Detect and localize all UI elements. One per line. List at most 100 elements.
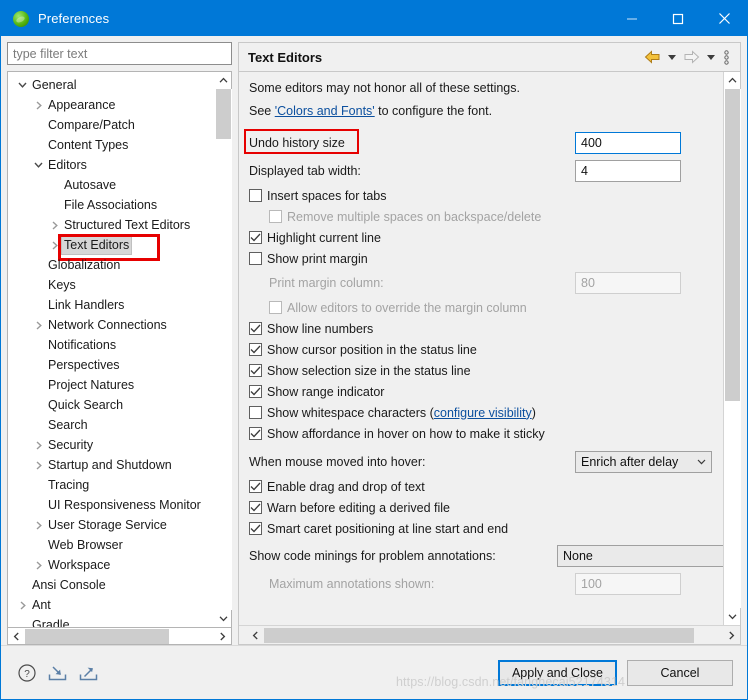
page-hscroll-thumb[interactable] <box>264 627 694 643</box>
sidebar-item-ui-responsiveness-monitor[interactable]: UI Responsiveness Monitor <box>8 495 214 515</box>
tree-horizontal-scrollbar[interactable] <box>7 628 232 645</box>
page-vertical-scrollbar[interactable] <box>723 72 741 625</box>
twisty-right-icon[interactable] <box>32 440 45 450</box>
twisty-down-icon[interactable] <box>32 162 45 168</box>
scroll-right-icon[interactable] <box>723 627 740 644</box>
filter-input[interactable] <box>7 42 232 65</box>
override-margin-row[interactable]: Allow editors to override the margin col… <box>249 297 723 318</box>
scroll-up-icon[interactable] <box>215 72 232 89</box>
sidebar-item-workspace[interactable]: Workspace <box>8 555 214 575</box>
checkbox[interactable] <box>249 231 262 244</box>
checkbox[interactable] <box>249 522 262 535</box>
tree-vertical-scrollbar[interactable] <box>214 72 232 627</box>
twisty-right-icon[interactable] <box>32 520 45 530</box>
forward-menu-chevron-down-icon[interactable] <box>704 46 717 68</box>
sidebar-item-text-editors[interactable]: Text Editors <box>8 234 214 261</box>
sticky-hover-row[interactable]: Show affordance in hover on how to make … <box>249 423 723 444</box>
whitespace-checkbox[interactable] <box>249 406 262 419</box>
back-menu-chevron-down-icon[interactable] <box>665 46 678 68</box>
sidebar-item-globalization[interactable]: Globalization <box>8 255 214 275</box>
scroll-left-icon[interactable] <box>8 628 25 645</box>
sidebar-item-security[interactable]: Security <box>8 435 214 455</box>
sidebar-item-ansi-console[interactable]: Ansi Console <box>8 575 214 595</box>
checkbox-row-show-print-margin[interactable]: Show print margin <box>249 248 723 269</box>
checkbox[interactable] <box>249 322 262 335</box>
checkbox[interactable] <box>249 252 262 265</box>
export-icon[interactable] <box>78 663 99 683</box>
sidebar-item-keys[interactable]: Keys <box>8 275 214 295</box>
scroll-right-icon[interactable] <box>214 628 231 645</box>
checkbox-row-smart-caret-positioning-at-line-start-and-end[interactable]: Smart caret positioning at line start an… <box>249 518 723 539</box>
twisty-right-icon[interactable] <box>32 320 45 330</box>
checkbox[interactable] <box>249 385 262 398</box>
sidebar-item-gradle[interactable]: Gradle <box>8 615 214 627</box>
tree-scroll-thumb[interactable] <box>215 89 231 139</box>
checkbox[interactable] <box>249 480 262 493</box>
scroll-down-icon[interactable] <box>724 608 741 625</box>
checkbox-row-highlight-current-line[interactable]: Highlight current line <box>249 227 723 248</box>
checkbox-row-show-cursor-position-in-the-status-line[interactable]: Show cursor position in the status line <box>249 339 723 360</box>
whitespace-row[interactable]: Show whitespace characters (configure vi… <box>249 402 723 423</box>
sidebar-item-web-browser[interactable]: Web Browser <box>8 535 214 555</box>
forward-arrow-icon[interactable] <box>680 46 702 68</box>
checkbox-row-remove-multiple-spaces-on-backspace-delete[interactable]: Remove multiple spaces on backspace/dele… <box>249 206 723 227</box>
sidebar-item-appearance[interactable]: Appearance <box>8 95 214 115</box>
sidebar-item-project-natures[interactable]: Project Natures <box>8 375 214 395</box>
sidebar-item-search[interactable]: Search <box>8 415 214 435</box>
tree-scroll-track[interactable] <box>214 89 232 610</box>
twisty-right-icon[interactable] <box>16 600 29 610</box>
twisty-right-icon[interactable] <box>32 460 45 470</box>
twisty-right-icon[interactable] <box>32 100 45 110</box>
help-icon[interactable]: ? <box>17 663 37 683</box>
override-margin-checkbox[interactable] <box>269 301 282 314</box>
sidebar-item-tracing[interactable]: Tracing <box>8 475 214 495</box>
close-icon[interactable] <box>701 1 747 36</box>
twisty-right-icon[interactable] <box>48 220 61 230</box>
twisty-right-icon[interactable] <box>48 240 61 250</box>
checkbox-row-warn-before-editing-a-derived-file[interactable]: Warn before editing a derived file <box>249 497 723 518</box>
undo-history-input[interactable]: 400 <box>575 132 681 154</box>
minimize-icon[interactable] <box>609 1 655 36</box>
hover-behavior-select[interactable]: Enrich after delay <box>575 451 712 473</box>
sidebar-item-user-storage-service[interactable]: User Storage Service <box>8 515 214 535</box>
tab-width-input[interactable]: 4 <box>575 160 681 182</box>
import-icon[interactable] <box>47 663 68 683</box>
scroll-left-icon[interactable] <box>247 627 264 644</box>
checkbox-row-insert-spaces-for-tabs[interactable]: Insert spaces for tabs <box>249 185 723 206</box>
scroll-down-icon[interactable] <box>215 610 232 627</box>
sidebar-item-notifications[interactable]: Notifications <box>8 335 214 355</box>
back-arrow-icon[interactable] <box>641 46 663 68</box>
checkbox-row-show-range-indicator[interactable]: Show range indicator <box>249 381 723 402</box>
code-minings-select[interactable]: None <box>557 545 723 567</box>
sidebar-item-file-associations[interactable]: File Associations <box>8 195 214 215</box>
sidebar-item-perspectives[interactable]: Perspectives <box>8 355 214 375</box>
cancel-button[interactable]: Cancel <box>627 659 733 686</box>
checkbox-row-show-selection-size-in-the-status-line[interactable]: Show selection size in the status line <box>249 360 723 381</box>
checkbox-row-enable-drag-and-drop-of-text[interactable]: Enable drag and drop of text <box>249 476 723 497</box>
sidebar-item-structured-text-editors[interactable]: Structured Text Editors <box>8 215 214 235</box>
sidebar-item-editors[interactable]: Editors <box>8 155 214 175</box>
checkbox[interactable] <box>249 189 262 202</box>
checkbox[interactable] <box>249 364 262 377</box>
checkbox[interactable] <box>249 501 262 514</box>
sidebar-item-general[interactable]: General <box>8 75 214 95</box>
page-hscroll-track[interactable] <box>264 627 723 644</box>
checkbox-row-show-line-numbers[interactable]: Show line numbers <box>249 318 723 339</box>
page-horizontal-scrollbar[interactable] <box>239 625 740 644</box>
twisty-down-icon[interactable] <box>16 82 29 88</box>
tree-hscroll-track[interactable] <box>25 628 214 645</box>
sticky-hover-checkbox[interactable] <box>249 427 262 440</box>
sidebar-item-ant[interactable]: Ant <box>8 595 214 615</box>
sidebar-item-network-connections[interactable]: Network Connections <box>8 315 214 335</box>
configure-visibility-link[interactable]: configure visibility <box>434 406 532 420</box>
vertical-dots-icon[interactable] <box>719 46 733 68</box>
apply-and-close-button[interactable]: Apply and Close <box>497 659 617 686</box>
sidebar-item-startup-and-shutdown[interactable]: Startup and Shutdown <box>8 455 214 475</box>
sidebar-item-link-handlers[interactable]: Link Handlers <box>8 295 214 315</box>
maximize-icon[interactable] <box>655 1 701 36</box>
tree-hscroll-thumb[interactable] <box>25 628 169 644</box>
scroll-up-icon[interactable] <box>724 72 741 89</box>
sidebar-item-quick-search[interactable]: Quick Search <box>8 395 214 415</box>
checkbox[interactable] <box>249 343 262 356</box>
colors-and-fonts-link[interactable]: 'Colors and Fonts' <box>275 104 375 118</box>
